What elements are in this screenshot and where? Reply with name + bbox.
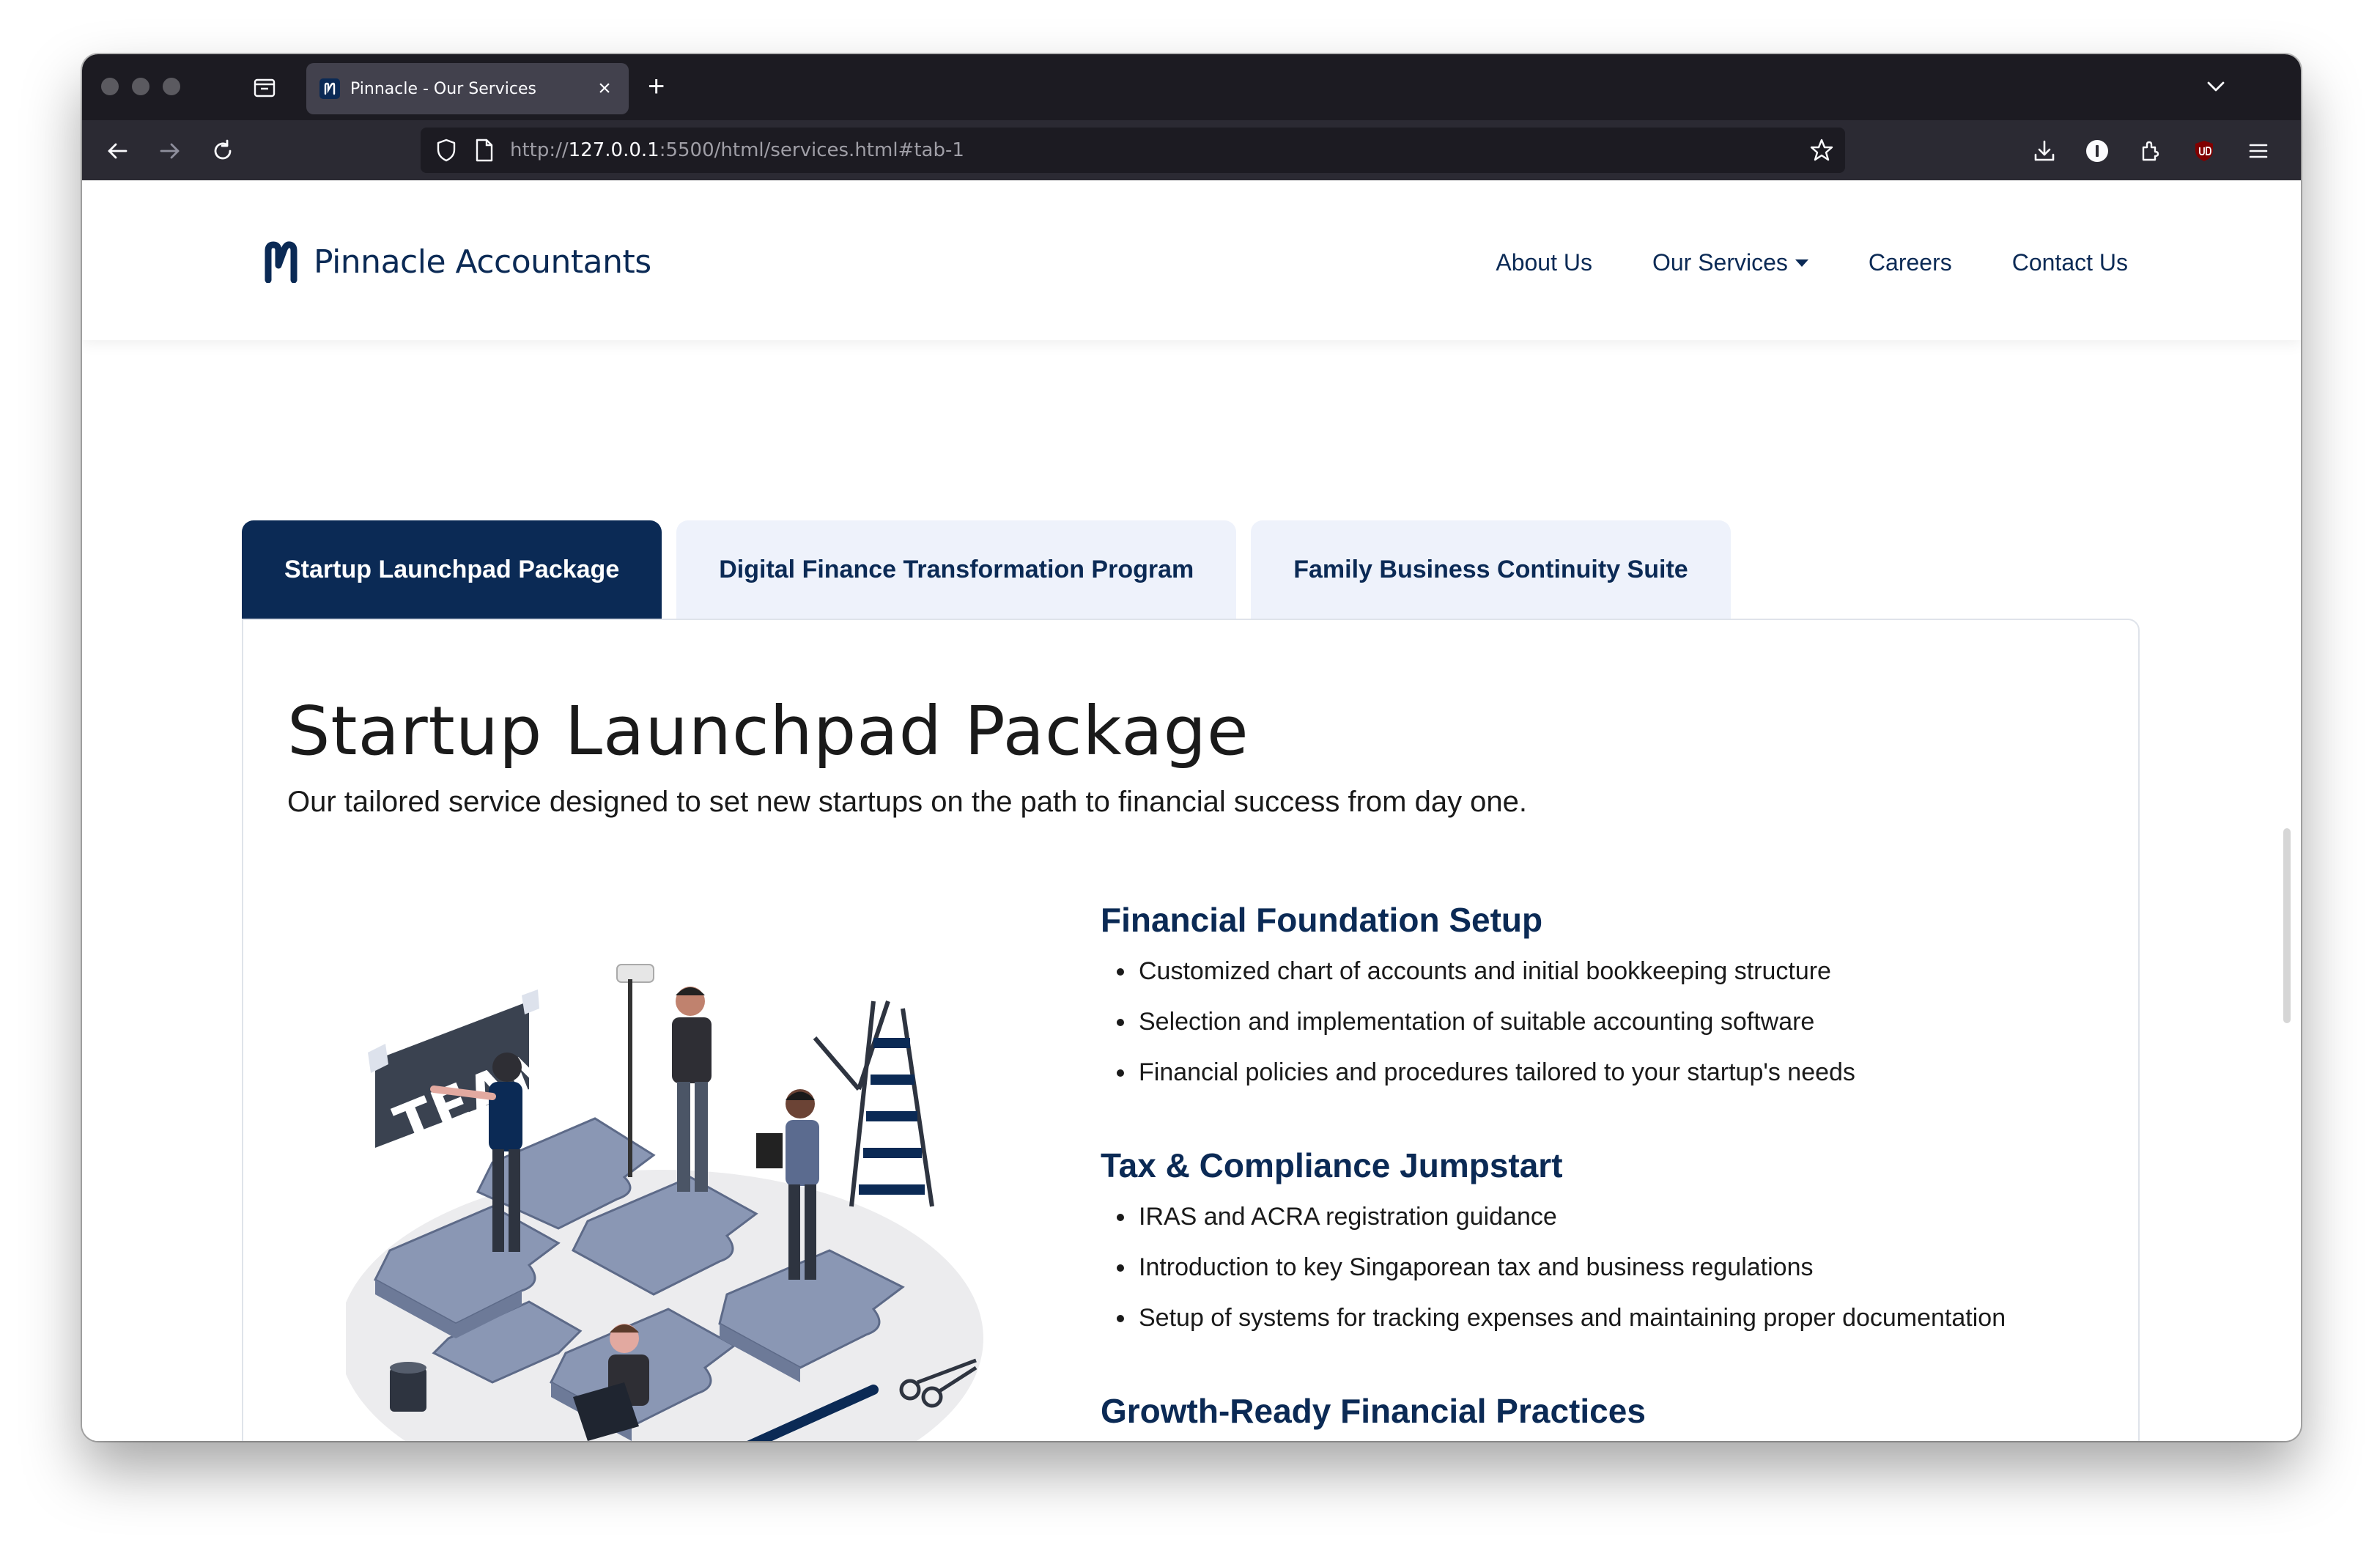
pinnacle-logo-icon — [265, 241, 298, 283]
page-info-icon[interactable] — [473, 138, 495, 163]
feature-financial-foundation: Financial Foundation Setup Customized ch… — [1101, 900, 2024, 1091]
list-item: Setup of systems for tracking expenses a… — [1101, 1300, 2024, 1337]
nav-our-services-label: Our Services — [1652, 249, 1788, 276]
close-tab-icon[interactable]: × — [594, 78, 616, 100]
url-text[interactable]: http://127.0.0.1:5500/html/services.html… — [510, 139, 964, 161]
feature-heading: Tax & Compliance Jumpstart — [1101, 1146, 1563, 1184]
url-scheme: http:// — [510, 139, 569, 161]
info-extension-icon[interactable] — [2082, 136, 2112, 166]
feature-heading: Growth-Ready Financial Practices — [1101, 1392, 1646, 1430]
service-tabs: Startup Launchpad Package Digital Financ… — [242, 520, 1731, 619]
window-controls — [101, 78, 180, 95]
panel-title: Startup Launchpad Package — [287, 692, 1249, 770]
brand-name: Pinnacle Accountants — [314, 243, 651, 281]
browser-navbar: http://127.0.0.1:5500/html/services.html… — [82, 120, 2301, 180]
browser-window: Pinnacle - Our Services × + http://127.0 — [82, 54, 2301, 1441]
ublock-shield-icon[interactable] — [2189, 136, 2219, 166]
menu-hamburger-icon[interactable] — [2244, 136, 2273, 166]
list-item: IRAS and ACRA registration guidance — [1101, 1198, 2024, 1236]
tab-family-business[interactable]: Family Business Continuity Suite — [1251, 520, 1731, 619]
close-window-button[interactable] — [101, 78, 119, 95]
list-item: Selection and implementation of suitable… — [1101, 1003, 2024, 1041]
tab-digital-finance[interactable]: Digital Finance Transformation Program — [676, 520, 1237, 619]
team-sign: TEAM — [368, 989, 573, 1158]
person-with-roller — [616, 964, 712, 1192]
url-host: 127.0.0.1 — [568, 139, 659, 161]
paint-bucket — [390, 1368, 426, 1412]
site-favicon-icon — [319, 78, 340, 99]
tab-startup-launchpad[interactable]: Startup Launchpad Package — [242, 520, 662, 619]
feature-tax-compliance: Tax & Compliance Jumpstart IRAS and ACRA… — [1101, 1146, 2024, 1337]
page-viewport: Pinnacle Accountants About Us Our Servic… — [82, 180, 2301, 1441]
nav-contact-us[interactable]: Contact Us — [2012, 249, 2128, 276]
address-bar[interactable]: http://127.0.0.1:5500/html/services.html… — [421, 128, 1845, 173]
list-item: Introduction to key Singaporean tax and … — [1101, 1249, 2024, 1286]
minimize-window-button[interactable] — [132, 78, 149, 95]
list-item: Customized chart of accounts and initial… — [1101, 953, 2024, 990]
nav-our-services[interactable]: Our Services — [1652, 249, 1808, 276]
feature-heading: Financial Foundation Setup — [1101, 901, 1543, 939]
forward-arrow-icon[interactable] — [154, 135, 186, 167]
feature-list: Financial Foundation Setup Customized ch… — [1101, 900, 2024, 1441]
feature-growth-ready: Growth-Ready Financial Practices — [1101, 1391, 2024, 1431]
ladder-illustration — [813, 1000, 934, 1207]
caret-down-icon — [1795, 259, 1808, 267]
feature-bullets: IRAS and ACRA registration guidance Intr… — [1101, 1198, 2024, 1337]
nav-about-us[interactable]: About Us — [1496, 249, 1592, 276]
page-scrollbar[interactable] — [2283, 828, 2291, 1023]
site-logo[interactable]: Pinnacle Accountants — [262, 240, 651, 283]
browser-tab-title: Pinnacle - Our Services — [350, 79, 536, 98]
downloads-icon[interactable] — [2030, 136, 2059, 166]
url-path: :5500/html/services.html#tab-1 — [659, 139, 964, 161]
new-tab-icon[interactable]: + — [648, 70, 665, 103]
reload-icon[interactable] — [207, 135, 239, 167]
extensions-puzzle-icon[interactable] — [2135, 136, 2165, 166]
browser-tab-active[interactable]: Pinnacle - Our Services × — [306, 63, 629, 114]
browser-tab-strip: Pinnacle - Our Services × + — [82, 54, 2301, 120]
nav-careers[interactable]: Careers — [1869, 249, 1952, 276]
back-arrow-icon[interactable] — [101, 135, 133, 167]
list-item: Financial policies and procedures tailor… — [1101, 1054, 2024, 1091]
team-puzzle-illustration: TEAM — [346, 964, 983, 1441]
tracking-shield-icon[interactable] — [434, 138, 459, 163]
maximize-window-button[interactable] — [163, 78, 180, 95]
panel-subtitle: Our tailored service designed to set new… — [287, 786, 1528, 818]
tab-panel: Startup Launchpad Package Our tailored s… — [242, 619, 2140, 1441]
tab-overview-icon[interactable] — [252, 75, 277, 100]
site-nav: About Us Our Services Careers Contact Us — [1496, 249, 2128, 276]
tab-list-chevron-icon[interactable] — [2201, 72, 2231, 101]
bookmark-star-icon[interactable] — [1808, 137, 1835, 163]
feature-bullets: Customized chart of accounts and initial… — [1101, 953, 2024, 1091]
site-header: Pinnacle Accountants About Us Our Servic… — [82, 180, 2301, 340]
